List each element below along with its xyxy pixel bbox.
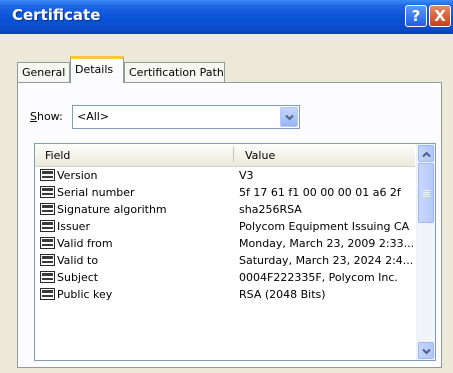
list-item[interactable]: Signature algorithm sha256RSA	[35, 202, 415, 219]
list-header: Field Value	[35, 144, 415, 167]
certificate-field-icon	[40, 254, 55, 266]
show-label-accelerator: S	[30, 110, 37, 123]
details-panel: Show: <All> Field Value Version V3 Seria…	[17, 82, 442, 368]
certificate-field-icon	[40, 288, 55, 300]
list-item[interactable]: Subject 0004F222335F, Polycom Inc.	[35, 270, 415, 287]
tab-certification-path[interactable]: Certification Path	[124, 62, 225, 82]
field-name: Issuer	[57, 220, 90, 233]
scroll-down-button[interactable]	[418, 342, 434, 359]
scroll-thumb[interactable]	[418, 163, 434, 223]
dropdown-button[interactable]	[280, 107, 298, 127]
column-divider[interactable]	[233, 147, 234, 162]
certificate-field-icon	[40, 220, 55, 232]
column-header-value[interactable]: Value	[245, 149, 275, 162]
field-value: V3	[239, 169, 254, 182]
chevron-down-icon	[285, 114, 294, 121]
close-button[interactable]: X	[429, 5, 451, 27]
show-dropdown[interactable]: <All>	[72, 105, 300, 129]
chevron-down-icon	[422, 348, 431, 355]
show-dropdown-value: <All>	[77, 110, 110, 123]
tab-details[interactable]: Details	[70, 56, 124, 83]
field-name: Valid to	[57, 254, 99, 267]
tab-general[interactable]: General	[17, 62, 70, 82]
window-title: Certificate	[12, 6, 101, 24]
field-value: 5f 17 61 f1 00 00 00 01 a6 2f	[239, 186, 401, 199]
show-label: Show:	[30, 110, 63, 123]
certificate-field-icon	[40, 169, 55, 181]
field-name: Public key	[57, 288, 113, 301]
list-item[interactable]: Valid to Saturday, March 23, 2024 2:4...	[35, 253, 415, 270]
list-item[interactable]: Public key RSA (2048 Bits)	[35, 287, 415, 304]
vertical-scrollbar[interactable]	[416, 144, 435, 360]
field-name: Version	[57, 169, 98, 182]
title-bar[interactable]: Certificate ? X	[0, 0, 453, 34]
help-button[interactable]: ?	[405, 5, 427, 27]
certificate-field-icon	[40, 186, 55, 198]
list-item[interactable]: Version V3	[35, 168, 415, 185]
field-name: Valid from	[57, 237, 113, 250]
field-name: Signature algorithm	[57, 203, 167, 216]
field-value: sha256RSA	[239, 203, 302, 216]
column-header-field[interactable]: Field	[45, 149, 70, 162]
fields-list[interactable]: Field Value Version V3 Serial number 5f …	[34, 143, 436, 361]
certificate-field-icon	[40, 203, 55, 215]
field-name: Subject	[57, 271, 99, 284]
field-value: 0004F222335F, Polycom Inc.	[239, 271, 398, 284]
list-item[interactable]: Valid from Monday, March 23, 2009 2:33..…	[35, 236, 415, 253]
field-value: Saturday, March 23, 2024 2:4...	[239, 254, 413, 267]
field-name: Serial number	[57, 186, 135, 199]
show-label-text: how:	[36, 110, 63, 123]
scroll-up-button[interactable]	[418, 145, 434, 162]
field-value: RSA (2048 Bits)	[239, 288, 326, 301]
certificate-field-icon	[40, 237, 55, 249]
field-value: Monday, March 23, 2009 2:33...	[239, 237, 413, 250]
list-item[interactable]: Serial number 5f 17 61 f1 00 00 00 01 a6…	[35, 185, 415, 202]
chevron-up-icon	[422, 151, 431, 158]
field-value: Polycom Equipment Issuing CA 1	[239, 220, 413, 233]
list-item[interactable]: Issuer Polycom Equipment Issuing CA 1	[35, 219, 415, 236]
certificate-field-icon	[40, 271, 55, 283]
